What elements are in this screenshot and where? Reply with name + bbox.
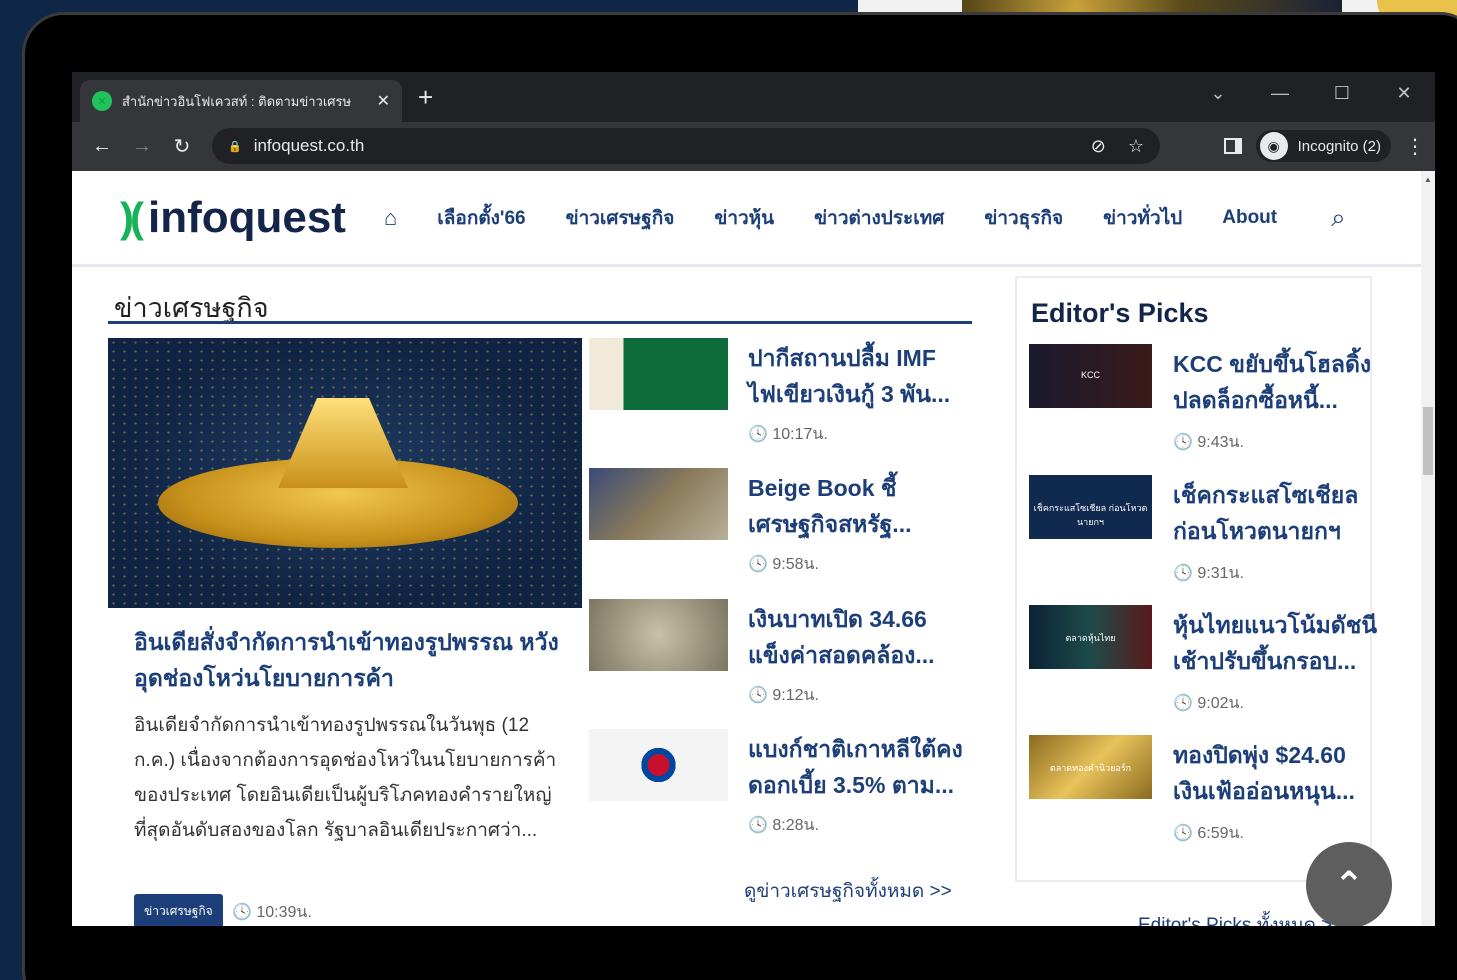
editor-time: 🕓 9:02น.	[1173, 695, 1244, 712]
editor-item[interactable]: KCC KCC ขยับขึ้นโฮลดิ้งปลดล็อกซื้อหนี้..…	[1029, 344, 1371, 464]
reload-icon[interactable]: ↻	[162, 134, 202, 159]
favicon-icon: ✕	[92, 91, 112, 111]
editor-thumbnail[interactable]: ตลาดหุ้นไทย	[1029, 605, 1152, 669]
editor-thumbnail[interactable]: ตลาดทองคำนิวยอร์ก	[1029, 735, 1152, 799]
logo-mark-icon: )(	[120, 193, 144, 241]
news-headline-line2: ดอกเบี้ย 3.5% ตาม...	[748, 772, 955, 798]
home-icon[interactable]: ⌂	[384, 205, 397, 231]
url-text: infoquest.co.th	[253, 136, 365, 155]
editor-thumbnail[interactable]: KCC	[1029, 344, 1152, 408]
editors-picks-panel: Editor's Picks KCC KCC ขยับขึ้นโฮลดิ้งปล…	[1015, 276, 1377, 882]
editor-headline-line2: ก่อนโหวตนายกฯ	[1173, 518, 1341, 544]
news-time: 🕓 9:58น.	[748, 556, 819, 573]
eye-off-icon[interactable]: ⊘	[1091, 136, 1106, 157]
editors-picks-all-link[interactable]: Editor's Picks ทั้งหมด >>	[1138, 910, 1343, 926]
editor-time: 🕓 9:43น.	[1173, 434, 1244, 451]
window-controls: ⌄ — ☐ ✕	[1187, 76, 1435, 110]
menu-kebab-icon[interactable]: ⋮	[1405, 134, 1425, 159]
editor-headline-line1: เช็คกระแสโซเชียล	[1173, 482, 1359, 508]
hero-image[interactable]	[108, 338, 582, 608]
back-icon[interactable]: ←	[82, 135, 122, 158]
tab-search-icon[interactable]: ⌄	[1187, 76, 1249, 110]
editor-item[interactable]: เช็คกระแสโซเชียล ก่อนโหวตนายกฯ เช็คกระแส…	[1029, 475, 1359, 595]
browser-toolbar: ← → ↻ 🔒 infoquest.co.th ⊘ ☆ ◉ Incognito …	[72, 122, 1435, 171]
page-scrollbar[interactable]: ▲	[1421, 171, 1435, 926]
close-window-icon[interactable]: ✕	[1373, 76, 1435, 110]
nav-item-about[interactable]: About	[1222, 207, 1277, 229]
editor-item[interactable]: ตลาดทองคำนิวยอร์ก ทองปิดพุ่ง $24.60 เงินเ…	[1029, 735, 1359, 855]
browser-tab[interactable]: ✕ สำนักข่าวอินโฟเควสท์ : ติดตามข่าวเศรษ …	[80, 80, 402, 122]
nav-item-business[interactable]: ข่าวธุรกิจ	[984, 203, 1063, 233]
editors-picks-title: Editor's Picks	[1031, 298, 1209, 328]
news-headline-line2: เศรษฐกิจสหรัฐ...	[748, 511, 912, 537]
main-nav: ⌂ เลือกตั้ง'66 ข่าวเศรษฐกิจ ข่าวหุ้น ข่า…	[384, 203, 1277, 233]
editor-thumbnail[interactable]: เช็คกระแสโซเชียล ก่อนโหวตนายกฯ	[1029, 475, 1152, 539]
tab-title: สำนักข่าวอินโฟเควสท์ : ติดตามข่าวเศรษ	[122, 93, 352, 109]
news-headline-line1: เงินบาทเปิด 34.66	[748, 606, 927, 632]
news-thumbnail[interactable]	[589, 599, 728, 671]
nav-item-election[interactable]: เลือกตั้ง'66	[437, 203, 525, 233]
hero-headline[interactable]: อินเดียสั่งจำกัดการนำเข้าทองรูปพรรณ หวัง…	[134, 624, 574, 696]
news-time: 🕓 9:12น.	[748, 687, 819, 704]
scroll-top-icon[interactable]: ⌃	[1306, 842, 1392, 926]
nav-item-stocks[interactable]: ข่าวหุ้น	[714, 203, 774, 233]
nav-item-world[interactable]: ข่าวต่างประเทศ	[814, 203, 944, 233]
star-icon[interactable]: ☆	[1128, 136, 1144, 157]
editor-headline-line1: ทองปิดพุ่ง $24.60	[1173, 742, 1346, 768]
close-tab-icon[interactable]: ✕	[377, 91, 390, 111]
search-icon[interactable]: ⌕	[1331, 202, 1346, 234]
site-header: )( infoquest ⌂ เลือกตั้ง'66 ข่าวเศรษฐกิจ…	[72, 171, 1435, 267]
nav-item-general[interactable]: ข่าวทั่วไป	[1103, 203, 1182, 233]
scrollbar-thumb[interactable]	[1423, 407, 1433, 475]
news-item[interactable]: เงินบาทเปิด 34.66 แข็งค่าสอดคล้อง... 🕓 9:…	[589, 599, 969, 717]
new-tab-icon[interactable]: +	[418, 84, 433, 110]
editor-headline-line2: ปลดล็อกซื้อหนี้...	[1173, 387, 1338, 413]
browser-window: ✕ สำนักข่าวอินโฟเควสท์ : ติดตามข่าวเศรษ …	[72, 72, 1435, 926]
editor-time: 🕓 6:59น.	[1173, 825, 1244, 842]
side-panel-icon[interactable]	[1223, 138, 1242, 154]
news-headline-line1: แบงก์ชาติเกาหลีใต้คง	[748, 736, 963, 762]
lock-icon[interactable]: 🔒	[228, 140, 242, 153]
editor-time: 🕓 9:31น.	[1173, 565, 1244, 582]
news-headline-line1: Beige Book ชี้	[748, 475, 897, 501]
news-headline-line1: ปากีสถานปลื้ม IMF	[748, 345, 936, 371]
news-time: 🕓 8:28น.	[748, 817, 819, 834]
editor-headline-line2: เงินเฟ้ออ่อนหนุน...	[1173, 778, 1355, 804]
category-badge[interactable]: ข่าวเศรษฐกิจ	[134, 894, 223, 926]
minimize-icon[interactable]: —	[1249, 76, 1311, 110]
site-logo[interactable]: )( infoquest	[120, 193, 346, 243]
incognito-icon: ◉	[1259, 132, 1288, 160]
editor-headline-line1: KCC ขยับขึ้นโฮลดิ้ง	[1173, 351, 1372, 377]
tab-strip: ✕ สำนักข่าวอินโฟเควสท์ : ติดตามข่าวเศรษ …	[72, 72, 1435, 122]
news-thumbnail[interactable]	[589, 338, 728, 410]
editor-headline-line1: หุ้นไทยแนวโน้มดัชนี	[1173, 612, 1378, 638]
news-item[interactable]: Beige Book ชี้เศรษฐกิจสหรัฐ... 🕓 9:58น.	[589, 468, 969, 586]
incognito-button[interactable]: ◉ Incognito (2)	[1255, 130, 1391, 162]
news-item[interactable]: ปากีสถานปลื้ม IMF ไฟเขียวเงินกู้ 3 พัน...…	[589, 338, 969, 456]
address-bar[interactable]: 🔒 infoquest.co.th ⊘ ☆	[212, 128, 1160, 164]
maximize-icon[interactable]: ☐	[1311, 76, 1373, 110]
hero-description: อินเดียจำกัดการนำเข้าทองรูปพรรณในวันพุธ …	[134, 715, 557, 841]
hero-time: 🕓 10:39น.	[232, 904, 312, 921]
editor-headline-line2: เช้าปรับขึ้นกรอบ...	[1173, 648, 1357, 674]
news-time: 🕓 10:17น.	[748, 426, 828, 443]
section-divider	[108, 321, 972, 324]
news-item[interactable]: แบงก์ชาติเกาหลีใต้คงดอกเบี้ย 3.5% ตาม...…	[589, 729, 969, 847]
logo-text: infoquest	[147, 192, 346, 242]
news-thumbnail[interactable]	[589, 729, 728, 801]
news-headline-line2: ไฟเขียวเงินกู้ 3 พัน...	[748, 381, 951, 407]
nav-item-economy[interactable]: ข่าวเศรษฐกิจ	[566, 203, 675, 233]
news-headline-line2: แข็งค่าสอดคล้อง...	[748, 642, 935, 668]
incognito-label: Incognito (2)	[1297, 137, 1381, 155]
see-all-economy-link[interactable]: ดูข่าวเศรษฐกิจทั้งหมด >>	[744, 876, 952, 906]
forward-icon[interactable]: →	[122, 135, 162, 158]
editor-item[interactable]: ตลาดหุ้นไทย หุ้นไทยแนวโน้มดัชนีเช้าปรับข…	[1029, 605, 1377, 725]
news-thumbnail[interactable]	[589, 468, 728, 540]
scroll-up-icon[interactable]: ▲	[1424, 175, 1432, 184]
